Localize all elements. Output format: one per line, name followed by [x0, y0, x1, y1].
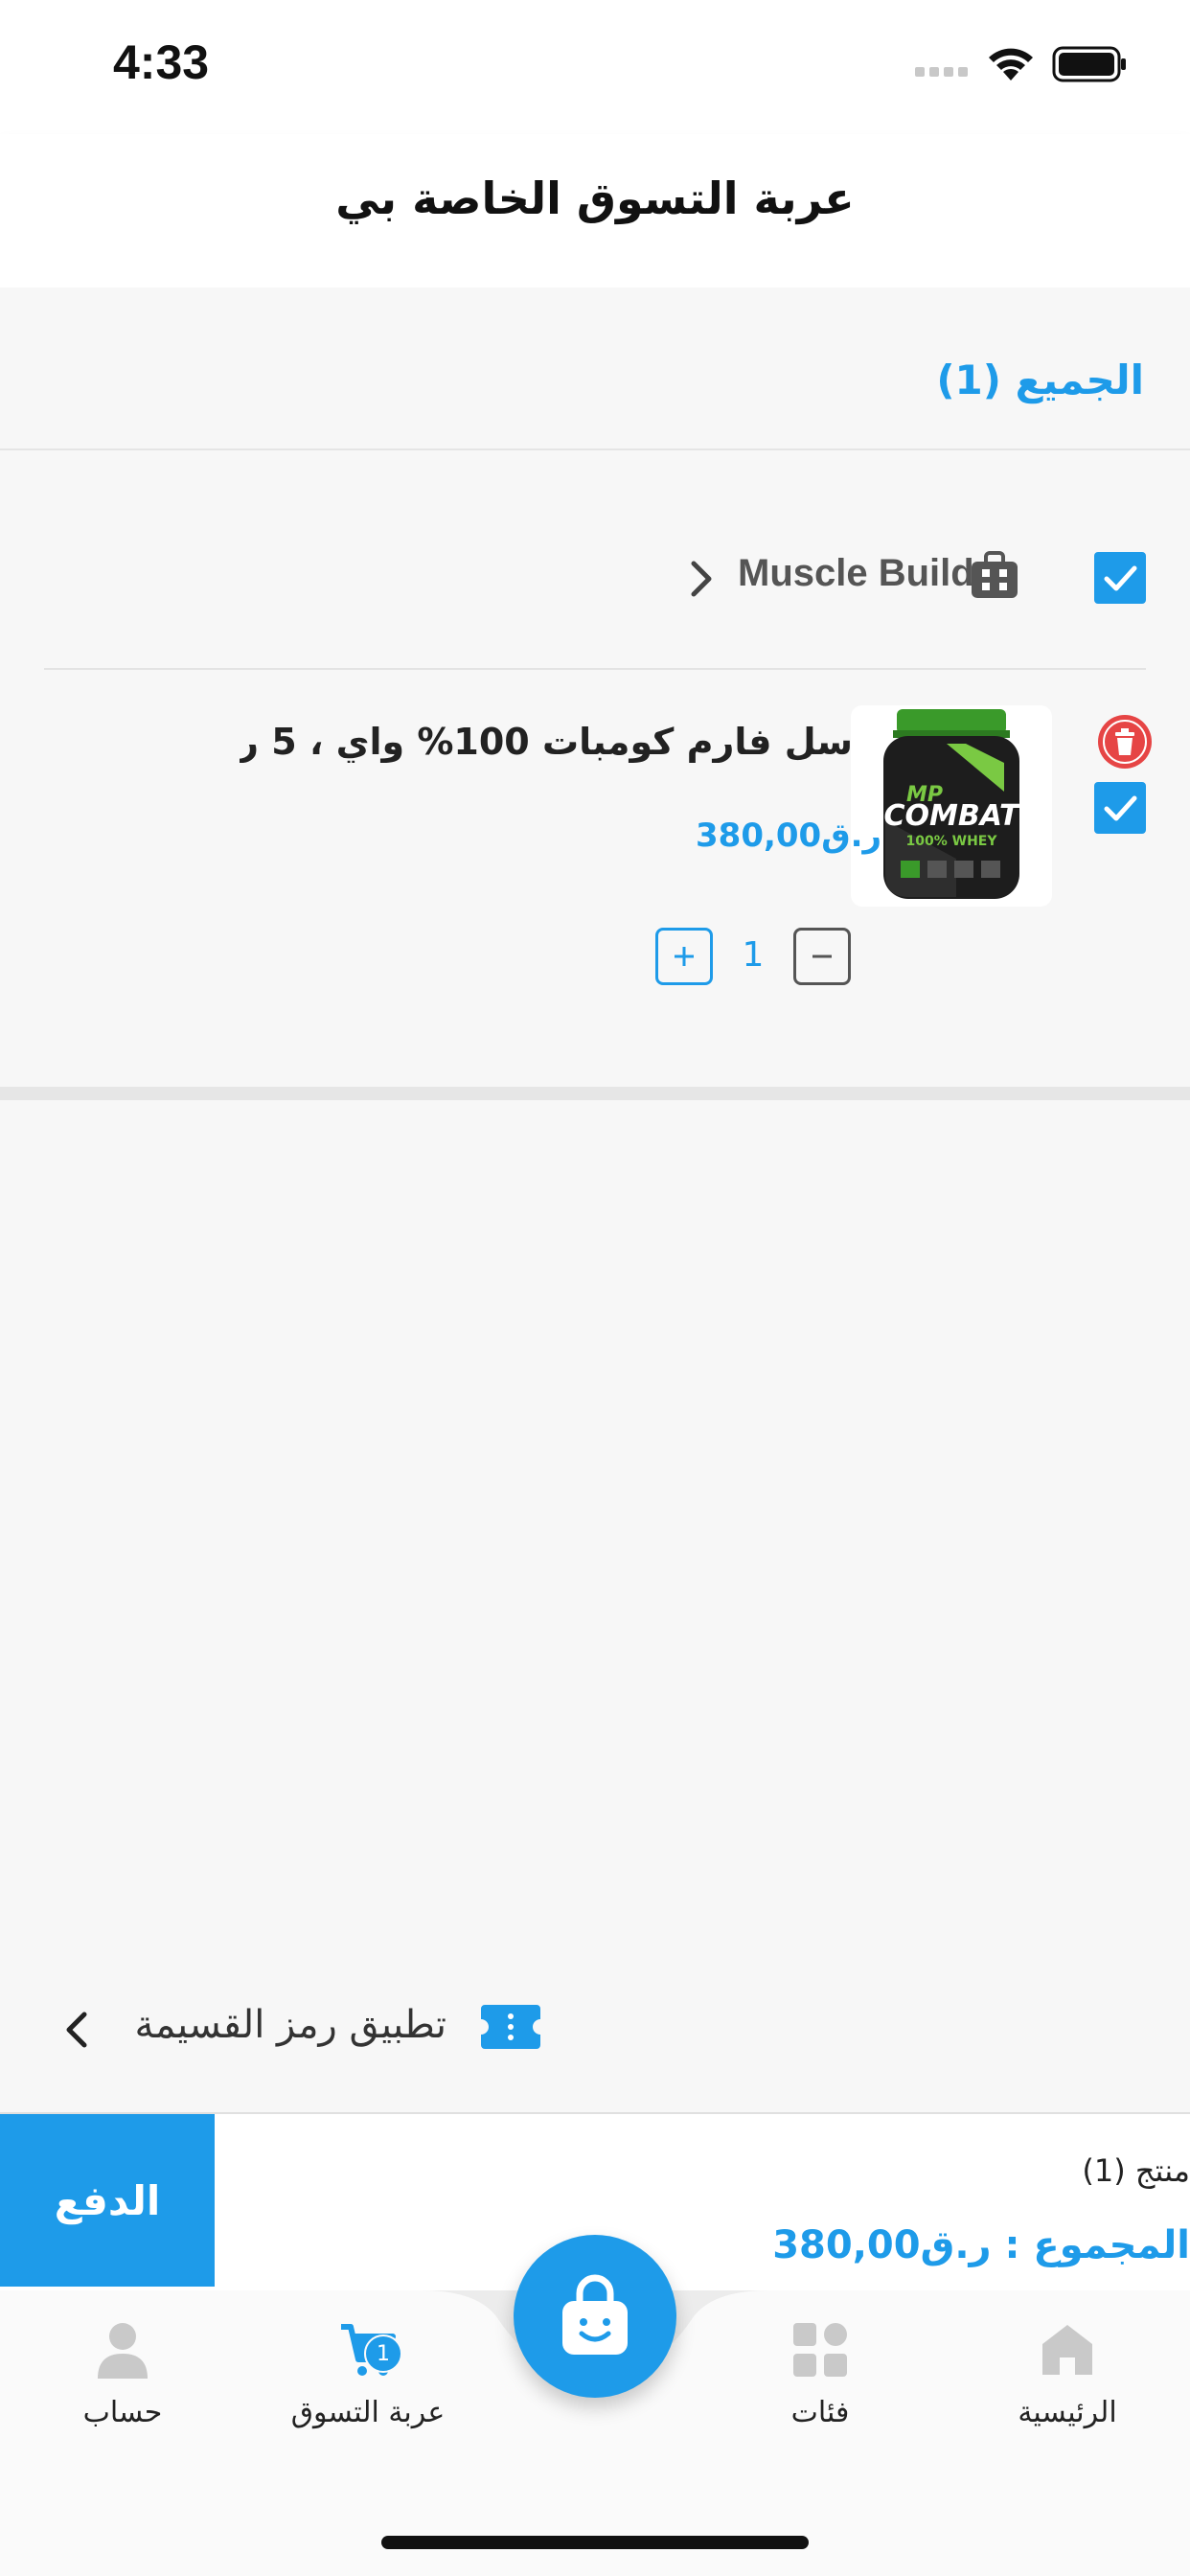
cart-count-badge: 1 [364, 2334, 402, 2373]
shopping-bag-icon [562, 2274, 628, 2355]
delete-icon[interactable] [1096, 713, 1154, 770]
checkmark-icon [1104, 565, 1137, 591]
tab-cart-label: عربة التسوق [290, 2396, 446, 2429]
home-icon [1042, 2325, 1092, 2375]
select-all-toggle[interactable]: الجميع (1) [936, 356, 1144, 403]
item-count-label: منتج (1) [1082, 2152, 1190, 2189]
product-price: 380,00ر.ق [696, 816, 882, 855]
quantity-decrease-button[interactable] [793, 928, 851, 985]
battery-icon [1052, 46, 1126, 82]
store-icon [972, 551, 1018, 598]
product-image[interactable]: COMBAT 100% WHEY MP [851, 705, 1052, 907]
tab-cart[interactable]: عربة التسوق [263, 2319, 473, 2429]
coupon-label[interactable]: تطبيق رمز القسيمة [134, 2003, 446, 2047]
divider [44, 668, 1146, 670]
shop-checkbox[interactable] [1094, 552, 1146, 604]
minus-icon [812, 954, 832, 958]
quantity-increase-button[interactable] [655, 928, 713, 985]
shop-name-link[interactable]: Muscle Build [738, 552, 974, 595]
product-name[interactable]: سل فارم كومبات 100% واي ، 5 رطل [240, 721, 853, 763]
checkmark-icon [1104, 795, 1137, 821]
categories-icon [793, 2323, 847, 2377]
center-shop-button[interactable] [514, 2235, 676, 2398]
plus-icon [675, 947, 694, 966]
svg-text:COMBAT: COMBAT [883, 799, 1021, 833]
status-time: 4:33 [113, 35, 210, 89]
tab-categories[interactable]: فئات [715, 2319, 926, 2429]
cellular-signal-icon [915, 67, 968, 77]
svg-text:100% WHEY: 100% WHEY [906, 834, 998, 849]
quantity-value: 1 [742, 935, 765, 975]
total-label: المجموع : ر.ق380,00 [772, 2223, 1190, 2267]
wifi-icon [989, 48, 1033, 80]
item-checkbox[interactable] [1094, 782, 1146, 834]
account-icon [98, 2323, 148, 2379]
page-title: عربة التسوق الخاصة بي [335, 172, 855, 224]
svg-text:MP: MP [906, 783, 943, 807]
tab-home-label: الرئيسية [1018, 2396, 1117, 2429]
tab-categories-label: فئات [790, 2396, 850, 2429]
tab-account[interactable]: حساب [17, 2319, 228, 2429]
checkout-button[interactable]: الدفع [0, 2114, 215, 2287]
protein-tub-image: COMBAT 100% WHEY MP [883, 709, 1021, 899]
tab-home[interactable]: الرئيسية [962, 2319, 1173, 2429]
chevron-right-icon[interactable] [688, 560, 715, 598]
coupon-ticket-icon [481, 2005, 540, 2049]
tab-account-label: حساب [82, 2396, 163, 2429]
section-divider [0, 1087, 1190, 1100]
chevron-left-icon[interactable] [63, 2011, 90, 2049]
home-indicator [381, 2536, 809, 2549]
